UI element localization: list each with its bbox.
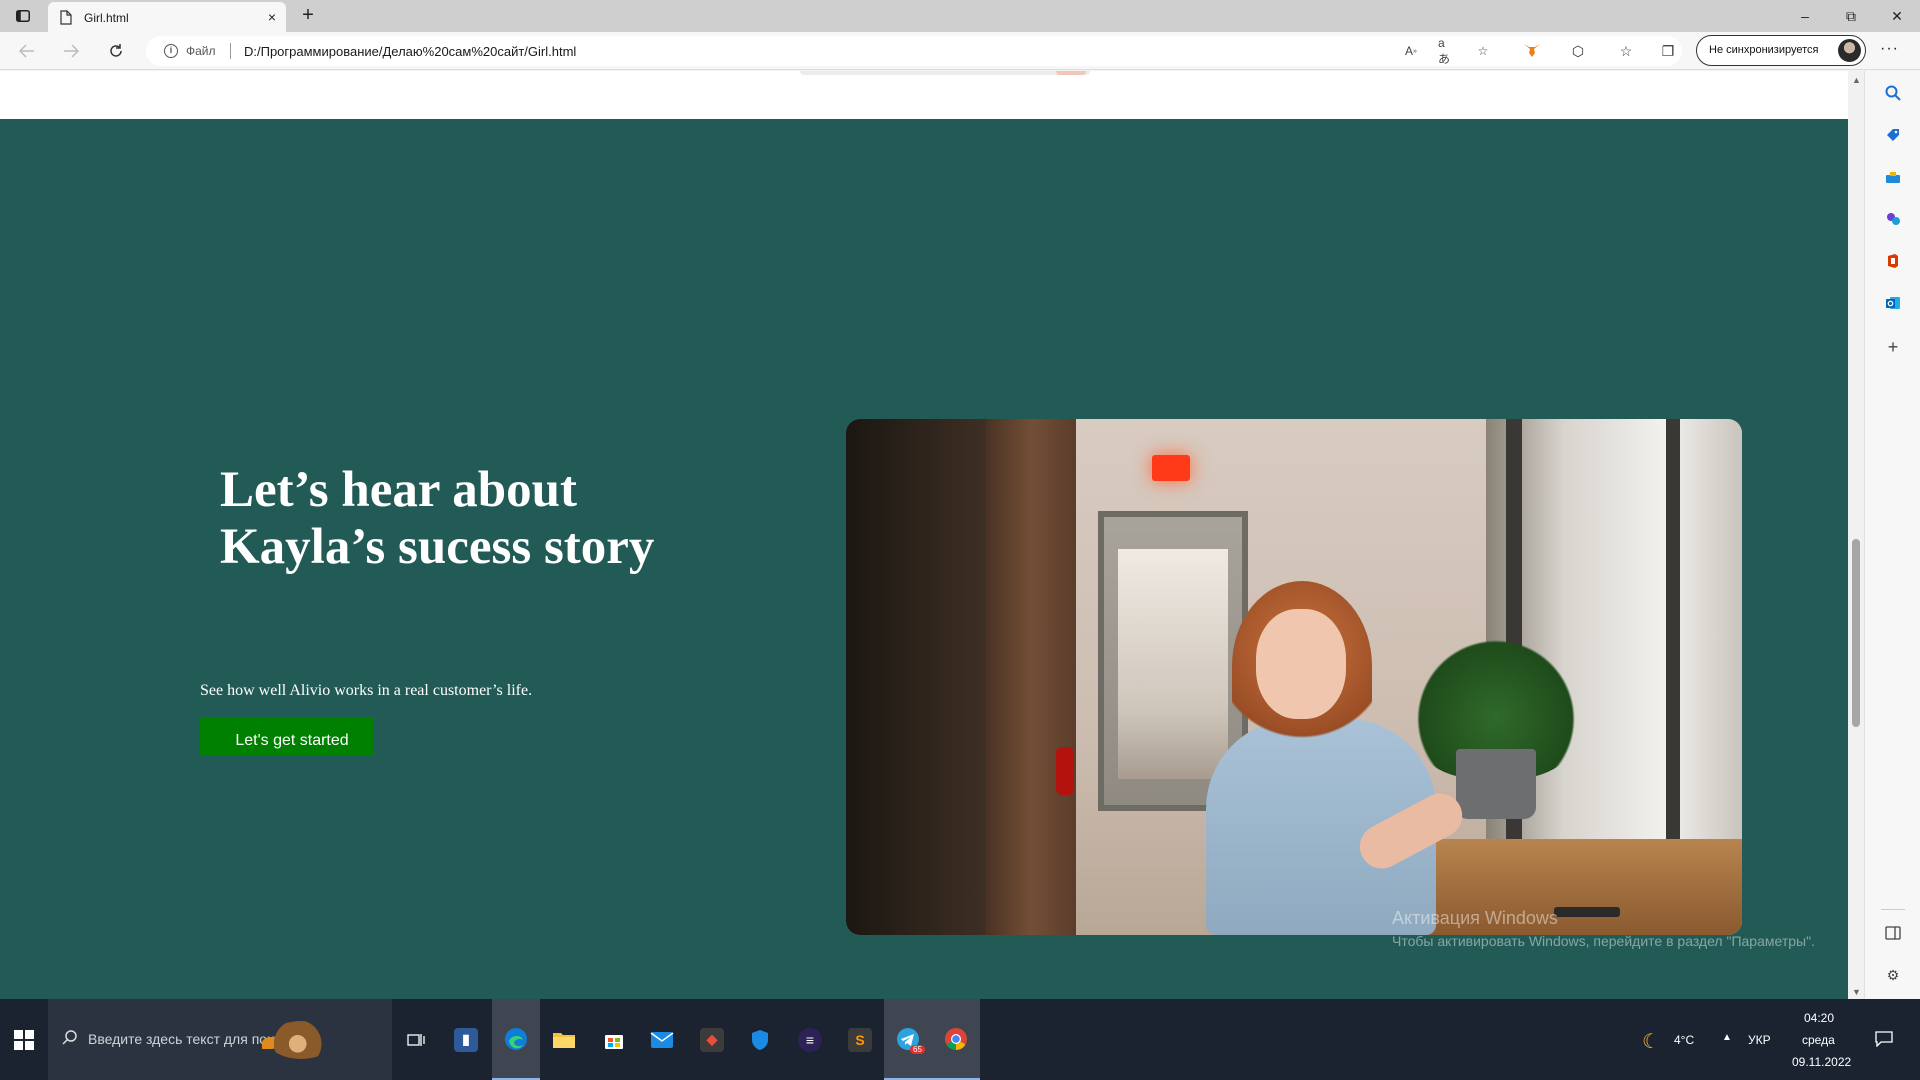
telegram-unread-badge: 65 xyxy=(910,1045,925,1054)
weather-moon-icon[interactable]: ☾ xyxy=(1642,1029,1660,1054)
url-text[interactable]: D:/Программирование/Делаю%20сам%20сайт/G… xyxy=(244,44,576,59)
games-icon[interactable] xyxy=(1883,209,1903,229)
info-icon[interactable]: i xyxy=(164,44,178,58)
store-icon xyxy=(605,1034,623,1049)
windows-logo-icon xyxy=(14,1029,34,1050)
colorful-app-icon: ◆ xyxy=(700,1027,724,1052)
profile-label: Не синхронизируется xyxy=(1709,44,1819,56)
taskbar-app-mail[interactable] xyxy=(638,999,686,1080)
language-indicator[interactable]: УКР xyxy=(1748,1033,1771,1047)
cut-off-accent xyxy=(1056,71,1086,75)
tab-strip: Girl.html × + – ⧉ ✕ xyxy=(0,0,1920,32)
kayla-photo xyxy=(846,419,1742,935)
more-menu-icon[interactable]: ··· xyxy=(1880,40,1899,58)
scroll-up-arrow-icon[interactable]: ▲ xyxy=(1852,75,1861,85)
forward-button[interactable] xyxy=(60,40,82,62)
windows-taskbar: Введите здесь текст для поиска ▮ ◆ ≡ S 6… xyxy=(0,999,1920,1080)
tab-actions-icon[interactable] xyxy=(12,6,34,26)
search-highlight-hedgehog-icon[interactable] xyxy=(268,1021,334,1059)
taskbar-app-sublime[interactable]: S xyxy=(836,999,884,1080)
favorite-add-icon[interactable]: ☆ xyxy=(1474,42,1492,60)
sublime-text-icon: S xyxy=(848,1027,872,1052)
scheme-label: Файл xyxy=(186,44,216,58)
address-separator xyxy=(230,43,231,59)
chrome-icon xyxy=(945,1027,967,1050)
translate-icon[interactable]: aあ xyxy=(1438,36,1456,66)
close-window-button[interactable]: ✕ xyxy=(1874,0,1920,32)
new-tab-button[interactable]: + xyxy=(296,4,320,28)
hero-title: Let’s hear about Kayla’s sucess story xyxy=(220,462,740,576)
weather-temperature[interactable]: 4°C xyxy=(1674,1033,1694,1047)
extensions-icon[interactable]: ⬡ xyxy=(1568,41,1588,61)
edge-icon xyxy=(505,1027,527,1050)
minimize-button[interactable]: – xyxy=(1782,0,1828,32)
clock-time[interactable]: 04:20 xyxy=(1804,1011,1834,1025)
sidebar-divider xyxy=(1881,909,1905,910)
taskbar-app-explorer[interactable] xyxy=(540,999,588,1080)
office-icon[interactable] xyxy=(1883,251,1903,271)
taskbar-app-store[interactable] xyxy=(590,999,638,1080)
hero-subtitle: See how well Alivio works in a real cust… xyxy=(200,682,533,699)
taskbar-search-box[interactable]: Введите здесь текст для поиска xyxy=(48,999,392,1080)
collections-icon[interactable]: ❐ xyxy=(1658,41,1678,61)
search-icon xyxy=(62,1029,78,1050)
search-icon[interactable] xyxy=(1883,83,1903,103)
activation-watermark-title: Активация Windows xyxy=(1392,908,1558,928)
hero-title-line-2: Kayla’s sucess story xyxy=(220,519,655,575)
outlook-icon[interactable] xyxy=(1883,293,1903,313)
metamask-extension-icon[interactable] xyxy=(1522,41,1542,61)
cut-off-element xyxy=(800,71,1090,75)
taskbar-app-defender[interactable] xyxy=(736,999,784,1080)
taskbar-app-edge[interactable] xyxy=(492,999,540,1080)
taskbar-app-monitor[interactable]: ▮ xyxy=(442,999,490,1080)
hide-sidebar-icon[interactable] xyxy=(1883,923,1903,943)
scroll-thumb[interactable] xyxy=(1852,539,1860,727)
add-icon[interactable]: + xyxy=(1883,337,1903,357)
taskbar-app-telegram[interactable]: 65 xyxy=(884,999,932,1080)
scroll-down-arrow-icon[interactable]: ▼ xyxy=(1852,987,1861,997)
taskbar-app-office-tool[interactable]: ◆ xyxy=(688,999,736,1080)
favorites-icon[interactable]: ☆ xyxy=(1616,41,1636,61)
restore-button[interactable]: ⧉ xyxy=(1828,0,1874,32)
tab-title: Girl.html xyxy=(84,11,129,25)
success-story-section: Let’s hear about Kayla’s sucess story Se… xyxy=(0,119,1848,999)
back-button[interactable] xyxy=(16,40,38,62)
task-view-button[interactable] xyxy=(392,999,440,1080)
page-viewport: Let’s hear about Kayla’s sucess story Se… xyxy=(0,71,1848,999)
shield-icon xyxy=(752,1029,768,1050)
profile-button[interactable]: Не синхронизируется xyxy=(1696,35,1866,66)
previous-section-edge xyxy=(0,71,1848,119)
page-scrollbar[interactable]: ▲ ▼ xyxy=(1848,71,1864,999)
mail-icon xyxy=(650,1031,674,1048)
read-aloud-icon[interactable]: A» xyxy=(1402,42,1420,60)
tab-girl-html[interactable]: Girl.html × xyxy=(48,2,286,32)
activation-watermark-subtitle: Чтобы активировать Windows, перейдите в … xyxy=(1392,933,1815,949)
start-button[interactable] xyxy=(0,999,48,1080)
folder-icon xyxy=(553,1032,575,1048)
notifications-icon[interactable] xyxy=(1872,1027,1896,1051)
performance-monitor-icon: ▮ xyxy=(454,1027,478,1052)
taskbar-app-chrome[interactable] xyxy=(932,999,980,1080)
refresh-button[interactable] xyxy=(105,40,127,62)
browser-toolbar: i Файл D:/Программирование/Делаю%20сам%2… xyxy=(0,32,1920,70)
settings-gear-icon[interactable]: ⚙ xyxy=(1883,965,1903,985)
tools-icon[interactable] xyxy=(1883,167,1903,187)
hero-title-line-1: Let’s hear about xyxy=(220,462,577,518)
avatar xyxy=(1838,39,1861,62)
taskbar-app-eclipse[interactable]: ≡ xyxy=(786,999,834,1080)
eclipse-icon: ≡ xyxy=(798,1027,822,1052)
edge-sidebar: + ⚙ xyxy=(1864,71,1920,999)
clock-date[interactable]: 09.11.2022 xyxy=(1792,1055,1851,1069)
address-bar[interactable]: i Файл D:/Программирование/Делаю%20сам%2… xyxy=(146,36,1682,66)
clock-day[interactable]: среда xyxy=(1802,1033,1835,1047)
get-started-button[interactable]: Let's get started xyxy=(200,717,373,755)
document-icon xyxy=(60,10,72,30)
tray-overflow-chevron-icon[interactable]: ▲ xyxy=(1722,1032,1732,1043)
close-tab-icon[interactable]: × xyxy=(268,9,276,25)
shopping-icon[interactable] xyxy=(1883,125,1903,145)
